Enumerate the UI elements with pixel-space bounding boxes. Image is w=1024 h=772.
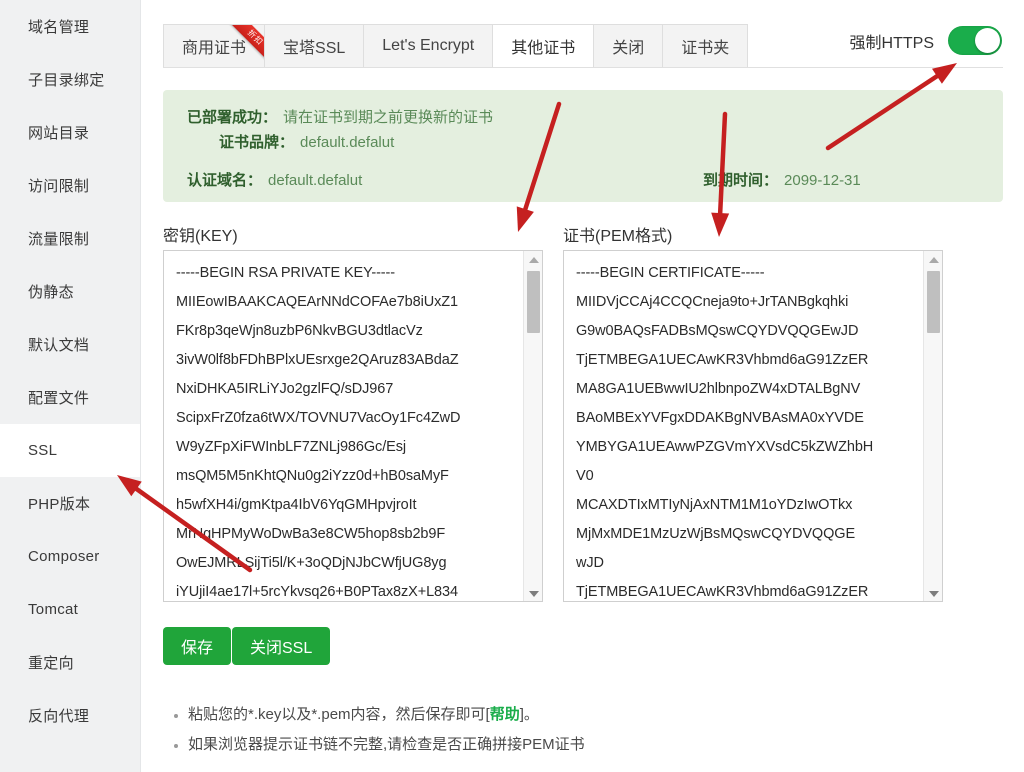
tab-label: 商用证书	[182, 40, 247, 57]
scroll-up-icon[interactable]	[524, 251, 542, 269]
sidebar-item-label: 访问限制	[28, 178, 90, 195]
note-text: 如果浏览器提示证书链不完整,请检查是否正确拼接PEM证书	[188, 736, 585, 753]
scroll-down-icon[interactable]	[924, 585, 942, 601]
sidebar-item-label: 流量限制	[28, 231, 90, 248]
banner-expire-value: 2099-12-31	[784, 172, 861, 189]
key-field-label: 密钥(KEY)	[163, 228, 238, 245]
sidebar-item-label: 默认文档	[28, 337, 90, 354]
sidebar-item-label: 伪静态	[28, 284, 74, 301]
main-content: 商用证书 折扣 宝塔SSL Let's Encrypt 其他证书 关闭 证书夹 强制HTTP…	[142, 0, 1024, 772]
note-item: 粘贴您的*.key以及*.pem内容，然后保存即可[帮助]。	[188, 700, 986, 730]
key-textarea[interactable]: -----BEGIN RSA PRIVATE KEY----- MIIEowIB…	[164, 251, 524, 601]
sidebar-item-7[interactable]: 配置文件	[0, 371, 140, 424]
scroll-down-icon[interactable]	[524, 585, 542, 601]
force-https-control: 强制HTTPS	[850, 26, 1002, 55]
pem-textarea-wrapper[interactable]: -----BEGIN CERTIFICATE----- MIIDVjCCAj4C…	[563, 250, 943, 602]
sidebar-item-label: 配置文件	[28, 390, 90, 407]
close-ssl-button[interactable]: 关闭SSL	[232, 627, 331, 665]
sidebar-item-4[interactable]: 流量限制	[0, 212, 140, 265]
pem-scrollbar[interactable]	[923, 251, 942, 601]
tab-4[interactable]: 关闭	[594, 24, 664, 68]
tab-3[interactable]: 其他证书	[493, 24, 595, 68]
sidebar-item-label: Tomcat	[28, 601, 79, 618]
tab-label: 关闭	[612, 40, 645, 57]
tab-2[interactable]: Let's Encrypt	[364, 24, 494, 68]
sidebar-item-11[interactable]: Tomcat	[0, 583, 140, 636]
sidebar-item-label: 域名管理	[28, 19, 90, 36]
tab-0[interactable]: 商用证书 折扣	[163, 24, 266, 68]
sidebar-item-label: 反向代理	[28, 708, 90, 725]
pem-field-label: 证书(PEM格式)	[563, 228, 673, 245]
banner-expire-line: 到期时间： 2099-12-31	[703, 169, 861, 190]
force-https-toggle[interactable]	[948, 26, 1002, 55]
tab-label: 其他证书	[511, 40, 576, 57]
pem-textarea[interactable]: -----BEGIN CERTIFICATE----- MIIDVjCCAj4C…	[564, 251, 924, 601]
sidebar-item-label: 子目录绑定	[28, 72, 105, 89]
sidebar-item-6[interactable]: 默认文档	[0, 318, 140, 371]
tab-bar-underline	[163, 67, 1003, 68]
banner-deployed-line: 已部署成功： 请在证书到期之前更换新的证书	[187, 106, 493, 127]
scrollbar-thumb[interactable]	[527, 271, 540, 333]
banner-deployed-label: 已部署成功：	[187, 109, 278, 126]
tab-label: 宝塔SSL	[283, 40, 346, 57]
sidebar-item-label: PHP版本	[28, 496, 91, 513]
certificate-status-banner: 已部署成功： 请在证书到期之前更换新的证书 证书品牌： default.defalu…	[163, 90, 1003, 202]
sidebar-item-3[interactable]: 访问限制	[0, 159, 140, 212]
toggle-knob	[975, 28, 1000, 53]
tab-bar: 商用证书 折扣 宝塔SSL Let's Encrypt 其他证书 关闭 证书夹	[163, 24, 749, 68]
sidebar-item-9[interactable]: PHP版本	[0, 477, 140, 530]
banner-domain-line: 认证域名： default.defalut	[187, 169, 362, 190]
sidebar-item-label: 重定向	[28, 655, 74, 672]
note-item: 如果浏览器提示证书链不完整,请检查是否正确拼接PEM证书	[188, 730, 986, 760]
sidebar-item-12[interactable]: 重定向	[0, 636, 140, 689]
sidebar-item-2[interactable]: 网站目录	[0, 106, 140, 159]
banner-brand-value: default.defalut	[300, 134, 395, 151]
notes-list: 粘贴您的*.key以及*.pem内容，然后保存即可[帮助]。如果浏览器提示证书链…	[166, 700, 986, 760]
sidebar-item-13[interactable]: 反向代理	[0, 689, 140, 742]
sidebar-item-label: Composer	[28, 548, 100, 565]
banner-brand-label: 证书品牌：	[219, 134, 295, 151]
help-link[interactable]: 帮助	[490, 706, 520, 723]
banner-domain-label: 认证域名：	[187, 172, 263, 189]
banner-brand-line: 证书品牌： default.defalut	[219, 131, 394, 152]
key-textarea-wrapper[interactable]: -----BEGIN RSA PRIVATE KEY----- MIIEowIB…	[163, 250, 543, 602]
tab-label: Let's Encrypt	[382, 37, 475, 54]
sidebar-item-10[interactable]: Composer	[0, 530, 140, 583]
banner-domain-value: default.defalut	[268, 172, 363, 189]
tab-5[interactable]: 证书夹	[663, 24, 749, 68]
save-button[interactable]: 保存	[163, 627, 232, 665]
banner-deployed-text: 请在证书到期之前更换新的证书	[283, 109, 494, 126]
sidebar-item-label: SSL	[28, 442, 58, 459]
sidebar-item-5[interactable]: 伪静态	[0, 265, 140, 318]
tab-label: 证书夹	[681, 40, 730, 57]
key-scrollbar[interactable]	[523, 251, 542, 601]
ssl-settings-page: 域名管理子目录绑定网站目录访问限制流量限制伪静态默认文档配置文件 SSL PHP版本…	[0, 0, 1024, 772]
scroll-up-icon[interactable]	[924, 251, 942, 269]
note-suffix: ]。	[519, 706, 539, 723]
sidebar-item-1[interactable]: 子目录绑定	[0, 53, 140, 106]
banner-expire-label: 到期时间：	[703, 172, 779, 189]
tab-1[interactable]: 宝塔SSL	[265, 24, 365, 68]
scrollbar-thumb[interactable]	[927, 271, 940, 333]
sidebar: 域名管理子目录绑定网站目录访问限制流量限制伪静态默认文档配置文件 SSL PHP版本…	[0, 0, 141, 772]
sidebar-item-label: 网站目录	[28, 125, 90, 142]
sidebar-item-8[interactable]: SSL	[0, 424, 140, 477]
sidebar-item-0[interactable]: 域名管理	[0, 0, 140, 53]
note-text: 粘贴您的*.key以及*.pem内容，然后保存即可[	[188, 706, 490, 723]
force-https-label: 强制HTTPS	[849, 34, 934, 52]
